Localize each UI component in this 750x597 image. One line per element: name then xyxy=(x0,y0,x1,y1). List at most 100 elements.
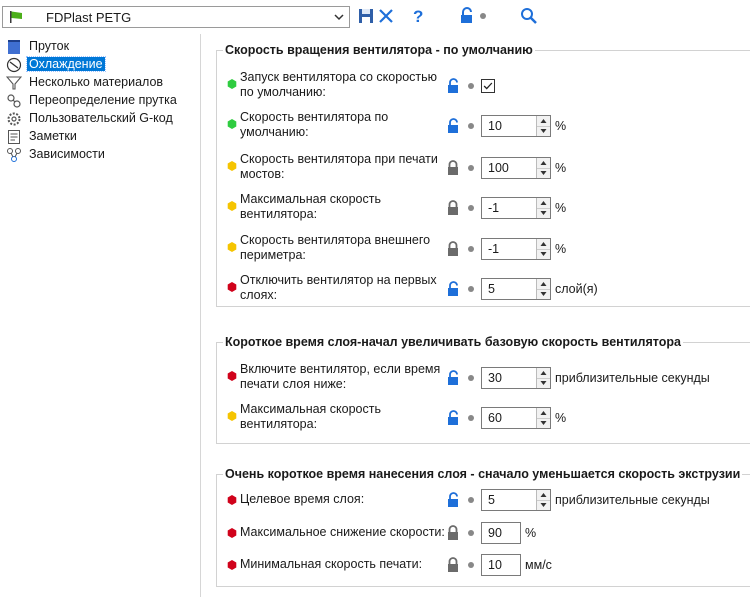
option-label-line1: Отключить вентилятор на первых xyxy=(240,273,437,287)
option-spin-input[interactable]: 10 xyxy=(481,115,551,137)
system-value-dot[interactable] xyxy=(468,497,474,503)
lock-open-icon[interactable] xyxy=(446,410,460,426)
spin-down-icon[interactable] xyxy=(537,249,550,259)
help-icon[interactable]: ? xyxy=(409,7,427,25)
sidebar-item-label: Заметки xyxy=(29,129,77,143)
note-icon xyxy=(8,130,20,144)
option-value: -1 xyxy=(488,201,500,215)
option-label-line1: Запуск вентилятора со скоростью xyxy=(240,70,438,84)
option-label: Максимальная скорость вентилятора: xyxy=(240,402,445,432)
option-label: Минимальная скорость печати: xyxy=(240,557,445,572)
lock-closed-icon[interactable] xyxy=(446,525,460,541)
chevron-down-icon[interactable] xyxy=(333,10,345,24)
spin-down-icon[interactable] xyxy=(537,126,550,136)
toolbar: FDPlast PETG ? xyxy=(0,0,750,34)
preset-combo[interactable]: FDPlast PETG xyxy=(2,6,350,28)
spin-down-icon[interactable] xyxy=(537,168,550,178)
option-label-line2: периметра: xyxy=(240,248,306,262)
option-row: Максимальное снижение скорости: 90% xyxy=(216,522,750,556)
mode-green-icon xyxy=(227,119,237,129)
group-title: Очень короткое время нанесения слоя - сн… xyxy=(223,467,743,481)
dot-icon xyxy=(480,13,486,19)
spin-down-icon[interactable] xyxy=(537,500,550,510)
sidebar-item-dependencies[interactable]: Зависимости xyxy=(6,146,196,164)
close-icon[interactable] xyxy=(377,7,395,25)
sidebar-item-cooling[interactable]: Охлаждение xyxy=(6,56,196,74)
option-spin-input[interactable]: 5 xyxy=(481,278,551,300)
lock-closed-icon[interactable] xyxy=(446,241,460,257)
option-spin-input[interactable]: 5 xyxy=(481,489,551,511)
option-row: Включите вентилятор, если время печати сл… xyxy=(216,362,750,396)
option-unit: приблизительные секунды xyxy=(555,493,710,507)
option-label: Скорость вентилятора по умолчанию: xyxy=(240,110,445,140)
sidebar-item-multimaterial[interactable]: Несколько материалов xyxy=(6,74,196,92)
option-label-line1: Максимальная скорость xyxy=(240,402,381,416)
option-label-line2: умолчанию: xyxy=(240,125,309,139)
spin-down-icon[interactable] xyxy=(537,378,550,388)
option-unit: слой(я) xyxy=(555,282,598,296)
system-value-dot[interactable] xyxy=(468,123,474,129)
mode-red-icon xyxy=(227,282,237,292)
option-label-line1: Скорость вентилятора по xyxy=(240,110,389,124)
system-value-dot[interactable] xyxy=(468,530,474,536)
spin-down-icon[interactable] xyxy=(537,208,550,218)
lock-open-icon[interactable] xyxy=(446,78,460,94)
option-spin-input[interactable]: 60 xyxy=(481,407,551,429)
sidebar-item-label: Пользовательский G-код xyxy=(29,111,173,125)
option-label-line1: Скорость вентилятора внешнего xyxy=(240,233,431,247)
spin-buttons xyxy=(536,158,550,178)
system-value-dot[interactable] xyxy=(468,205,474,211)
option-input[interactable]: 90 xyxy=(481,522,521,544)
lock-open-icon[interactable] xyxy=(446,118,460,134)
system-value-dot[interactable] xyxy=(468,286,474,292)
save-icon[interactable] xyxy=(357,7,375,25)
system-value-dot[interactable] xyxy=(468,562,474,568)
spin-down-icon[interactable] xyxy=(537,418,550,428)
option-unit: мм/с xyxy=(525,558,552,572)
option-unit: % xyxy=(555,242,567,256)
option-spin-input[interactable]: -1 xyxy=(481,197,551,219)
lock-closed-icon[interactable] xyxy=(446,200,460,216)
option-label-line2: вентилятора: xyxy=(240,207,318,221)
option-row: Отключить вентилятор на первых слоях: 5 сло… xyxy=(216,273,750,307)
system-value-dot[interactable] xyxy=(468,165,474,171)
lock-closed-icon[interactable] xyxy=(446,160,460,176)
sidebar-item-label: Зависимости xyxy=(29,147,105,161)
option-spin-input[interactable]: 100 xyxy=(481,157,551,179)
sidebar-item-filament[interactable]: Пруток xyxy=(6,38,196,56)
option-label-line1: Минимальная скорость печати: xyxy=(240,557,423,571)
option-value: 10 xyxy=(488,119,502,133)
option-spin-input[interactable]: -1 xyxy=(481,238,551,260)
option-label-line2: по умолчанию: xyxy=(240,85,326,99)
option-label: Включите вентилятор, если время печати сл… xyxy=(240,362,445,392)
option-row: Скорость вентилятора по умолчанию: 10% xyxy=(216,110,750,144)
sidebar-item-notes[interactable]: Заметки xyxy=(6,128,196,146)
lock-closed-icon[interactable] xyxy=(446,557,460,573)
system-value-dot[interactable] xyxy=(468,415,474,421)
spin-buttons xyxy=(536,116,550,136)
sidebar-item-filament-overrides[interactable]: Переопределение прутка xyxy=(6,92,196,110)
system-value-dot[interactable] xyxy=(468,246,474,252)
lock-open-icon[interactable] xyxy=(446,281,460,297)
option-spin-input[interactable]: 30 xyxy=(481,367,551,389)
option-label: Запуск вентилятора со скоростью по умолча… xyxy=(240,70,445,100)
option-row: Запуск вентилятора со скоростью по умолча… xyxy=(216,70,750,104)
lock-open-icon[interactable] xyxy=(458,7,476,25)
sidebar-item-custom-gcode[interactable]: Пользовательский G-код xyxy=(6,110,196,128)
option-input[interactable]: 10 xyxy=(481,554,521,576)
mode-yellow-icon xyxy=(227,161,237,171)
lock-open-icon[interactable] xyxy=(446,492,460,508)
lock-open-icon[interactable] xyxy=(446,370,460,386)
dependency-icon xyxy=(7,148,21,162)
option-label-line1: Максимальная скорость xyxy=(240,192,381,206)
fan-icon xyxy=(6,57,22,73)
option-checkbox[interactable] xyxy=(481,79,495,93)
system-value-dot[interactable] xyxy=(468,83,474,89)
spin-down-icon[interactable] xyxy=(537,289,550,299)
search-icon[interactable] xyxy=(520,7,538,25)
group-title: Короткое время слоя-начал увеличивать ба… xyxy=(223,335,683,349)
option-unit: % xyxy=(555,411,567,425)
option-value: 60 xyxy=(488,411,502,425)
system-value-dot[interactable] xyxy=(468,375,474,381)
gear-icon xyxy=(7,112,21,126)
